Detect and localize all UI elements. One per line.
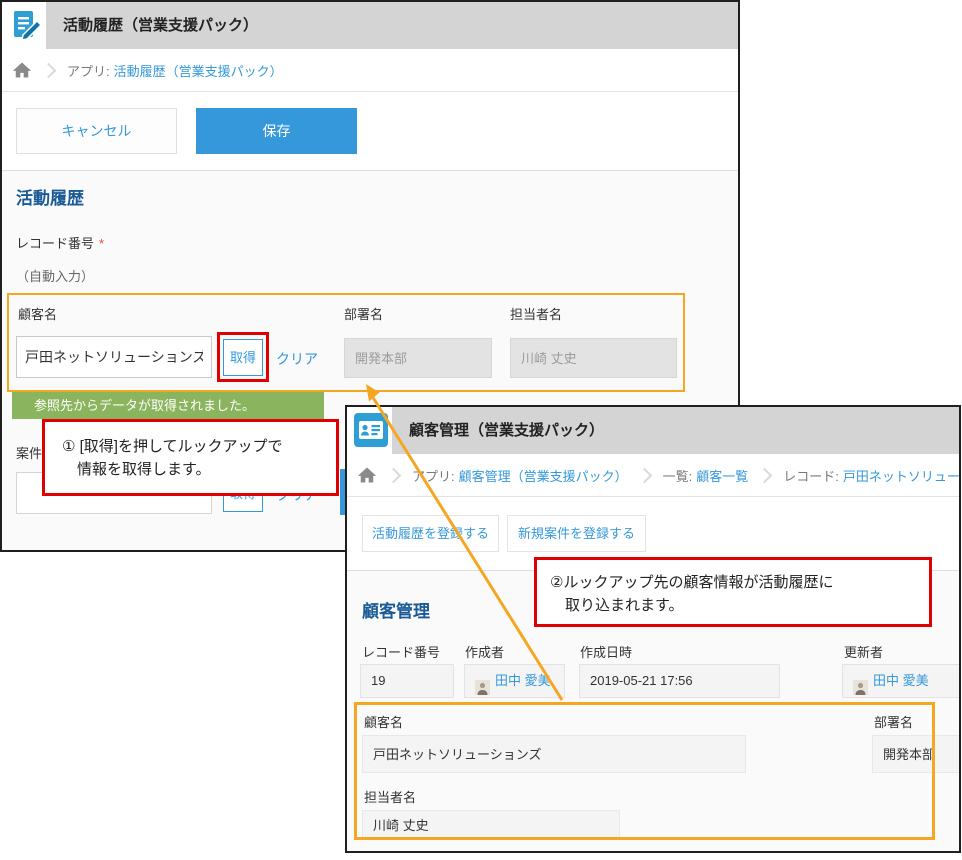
updater-value: 田中 愛美 <box>842 664 961 698</box>
auto-input-note: （自動入力） <box>16 266 94 285</box>
updater-label: 更新者 <box>844 642 883 661</box>
form-section-title: 顧客管理 <box>362 597 430 622</box>
customer-app-card-icon <box>354 413 388 447</box>
breadcrumb-record-link[interactable]: 戸田ネットソリューションズ <box>843 466 959 485</box>
breadcrumb-chevron-icon <box>386 467 402 483</box>
record-number-value: 19 <box>360 664 454 698</box>
breadcrumb-prefix: 一覧: <box>663 466 693 485</box>
form-section-title: 活動履歴 <box>16 184 84 209</box>
breadcrumb-prefix: アプリ: <box>67 61 110 80</box>
customer-management-window: 顧客管理（営業支援パック） アプリ: 顧客管理（営業支援パック） 一覧: 顧客一… <box>345 405 961 853</box>
required-asterisk: * <box>99 236 104 251</box>
home-icon[interactable] <box>12 60 32 80</box>
annotation-step1: ① [取得]を押してルックアップで 情報を取得します。 <box>42 419 339 496</box>
breadcrumb-list-link[interactable]: 顧客一覧 <box>696 466 748 485</box>
lookup-source-highlight-box <box>354 702 935 840</box>
activity-app-edit-icon <box>9 8 43 42</box>
breadcrumb-app-link[interactable]: 活動履歴（営業支援パック） <box>114 61 283 80</box>
breadcrumb-prefix: レコード: <box>783 466 839 485</box>
user-avatar-icon <box>853 674 868 689</box>
lookup-success-toast: 参照先からデータが取得されました。 <box>12 392 324 419</box>
updater-user-link[interactable]: 田中 愛美 <box>873 664 929 698</box>
cancel-button[interactable]: キャンセル <box>16 108 177 154</box>
previous-record-chevron-icon[interactable]: 〈 <box>943 517 961 556</box>
breadcrumb-app-link[interactable]: 顧客管理（営業支援パック） <box>459 466 628 485</box>
creator-value: 田中 愛美 <box>464 664 565 698</box>
created-at-value: 2019-05-21 17:56 <box>579 664 780 698</box>
register-case-button[interactable]: 新規案件を登録する <box>507 515 646 552</box>
window-titlebar: 活動履歴（営業支援パック） <box>46 2 738 49</box>
breadcrumb-prefix: アプリ: <box>412 466 455 485</box>
lookup-fields-highlight-box <box>7 293 685 392</box>
breadcrumb-chevron-icon <box>757 467 773 483</box>
breadcrumb: アプリ: 顧客管理（営業支援パック） 一覧: 顧客一覧 レコード: 戸田ネットソ… <box>347 454 959 497</box>
breadcrumb-chevron-icon <box>636 467 652 483</box>
get-button-highlight-box <box>217 332 269 382</box>
annotation-step2: ②ルックアップ先の顧客情報が活動履歴に 取り込まれます。 <box>534 557 932 627</box>
created-at-label: 作成日時 <box>580 642 632 661</box>
creator-user-link[interactable]: 田中 愛美 <box>495 664 551 698</box>
register-activity-button[interactable]: 活動履歴を登録する <box>362 515 499 552</box>
record-number-label: レコード番号* <box>16 233 104 252</box>
app-title: 顧客管理（営業支援パック） <box>392 407 959 454</box>
save-button[interactable]: 保存 <box>196 108 357 154</box>
home-icon[interactable] <box>357 465 377 485</box>
record-number-label: レコード番号 <box>362 642 440 661</box>
window-titlebar: 顧客管理（営業支援パック） <box>392 407 959 454</box>
user-avatar-icon <box>475 674 490 689</box>
breadcrumb: アプリ: 活動履歴（営業支援パック） <box>2 49 738 92</box>
creator-label: 作成者 <box>465 642 504 661</box>
breadcrumb-chevron-icon <box>41 62 57 78</box>
app-title: 活動履歴（営業支援パック） <box>46 2 738 49</box>
